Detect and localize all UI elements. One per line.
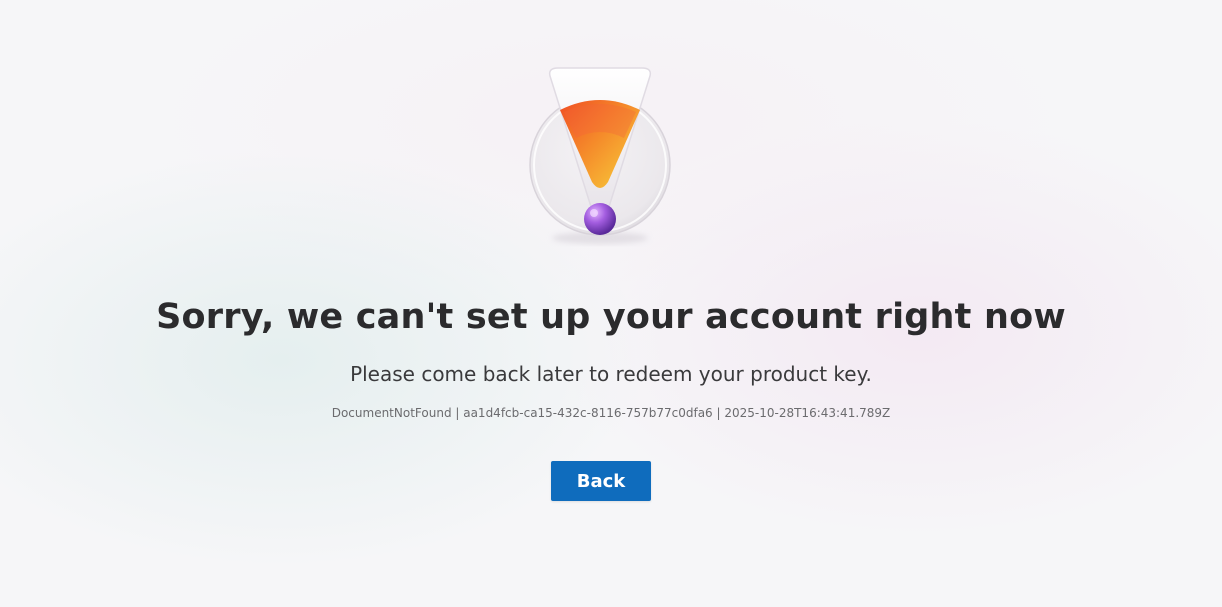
error-page: Sorry, we can't set up your account righ… [0,0,1222,607]
error-message: Please come back later to redeem your pr… [350,362,872,386]
warning-exclamation-icon [520,60,680,250]
back-button[interactable]: Back [551,461,651,501]
page-title: Sorry, we can't set up your account righ… [156,297,1066,337]
error-diagnostics: DocumentNotFound | aa1d4fcb-ca15-432c-81… [331,406,891,420]
